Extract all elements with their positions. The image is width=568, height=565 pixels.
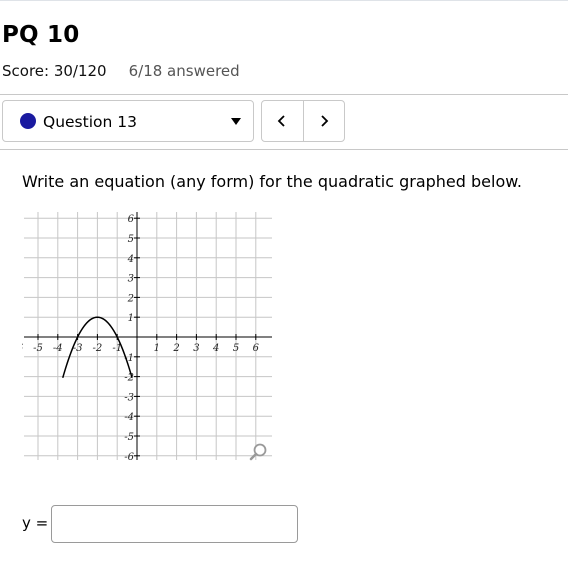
magnifier-icon[interactable] <box>249 443 267 461</box>
x-axis-labels: -6-5-4-3-2-1123456 <box>22 343 260 354</box>
y-axis-labels: 654321-1-2-3-4-5-6 <box>124 214 134 462</box>
x-tick-label: -5 <box>33 343 43 354</box>
y-tick-label: 4 <box>127 254 134 265</box>
graph-axes <box>24 212 272 460</box>
x-tick-label: -2 <box>93 343 103 354</box>
answer-label: y = <box>22 514 49 532</box>
y-tick-label: -4 <box>124 412 134 423</box>
next-question-button[interactable] <box>302 101 345 141</box>
y-tick-label: 3 <box>128 274 134 285</box>
caret-down-icon <box>231 118 241 125</box>
x-tick-label: 2 <box>172 343 179 354</box>
question-prompt: Write an equation (any form) for the qua… <box>22 172 522 191</box>
x-tick-label: -4 <box>53 343 63 354</box>
chevron-right-icon <box>321 115 329 127</box>
x-tick-label: 6 <box>253 343 260 354</box>
y-tick-label: 2 <box>127 293 134 304</box>
page-title: PQ 10 <box>2 22 80 48</box>
y-tick-label: 6 <box>128 214 135 225</box>
x-tick-label: 3 <box>193 343 199 354</box>
x-tick-label: 1 <box>154 343 160 354</box>
question-status-dot <box>20 113 36 129</box>
quadratic-graph: -6-5-4-3-2-1123456 654321-1-2-3-4-5-6 <box>22 212 272 462</box>
score-row: Score: 30/120 6/18 answered <box>2 62 240 80</box>
y-tick-label: -6 <box>124 452 134 462</box>
x-tick-label: 4 <box>212 343 219 354</box>
y-tick-label: 5 <box>128 234 134 245</box>
top-border <box>0 0 568 1</box>
question-divider <box>0 149 568 150</box>
x-tick-label: 5 <box>233 343 239 354</box>
score-text: Score: 30/120 <box>2 62 107 80</box>
header-divider <box>0 94 568 95</box>
question-selector-label: Question 13 <box>43 113 137 131</box>
y-tick-label: 1 <box>128 313 134 324</box>
answered-count: 6/18 answered <box>128 62 240 80</box>
chevron-left-icon <box>277 115 285 127</box>
y-tick-label: -2 <box>124 373 134 384</box>
y-tick-label: -3 <box>124 392 134 403</box>
answer-input[interactable] <box>51 505 298 543</box>
previous-question-button[interactable] <box>262 101 303 141</box>
y-tick-label: -5 <box>124 432 134 443</box>
x-tick-label: -6 <box>22 343 24 354</box>
question-selector[interactable]: Question 13 <box>2 100 254 142</box>
question-nav <box>261 100 345 142</box>
graph-grid <box>24 212 272 460</box>
